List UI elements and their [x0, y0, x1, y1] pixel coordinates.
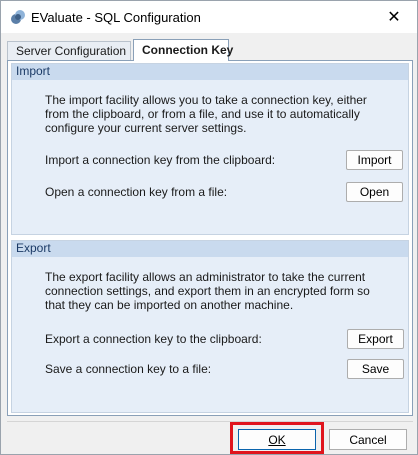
- close-button[interactable]: ✕: [371, 1, 417, 33]
- export-description-line: that they can be imported on another mac…: [45, 298, 294, 312]
- export-description: The export facility allows an administra…: [45, 270, 370, 312]
- import-group-header: Import: [12, 64, 408, 80]
- import-group-body: The import facility allows you to take a…: [12, 80, 408, 234]
- ok-button[interactable]: OK: [238, 429, 316, 450]
- import-description: The import facility allows you to take a…: [45, 93, 367, 135]
- tab-label: Connection Key: [142, 43, 234, 57]
- save-button[interactable]: Save: [347, 359, 404, 379]
- export-group-header: Export: [12, 241, 408, 257]
- window-title: EValuate - SQL Configuration: [31, 10, 201, 25]
- open-file-label: Open a connection key from a file:: [45, 185, 228, 199]
- dialog-window: EValuate - SQL Configuration ✕ Server Co…: [0, 0, 418, 455]
- import-description-line: The import facility allows you to take a…: [45, 93, 367, 107]
- connection-key-panel: Import The import facility allows you to…: [7, 60, 413, 416]
- import-description-line: from the clipboard, or from a file, and …: [45, 107, 360, 121]
- export-button[interactable]: Export: [347, 329, 404, 349]
- open-button[interactable]: Open: [346, 182, 403, 202]
- import-description-line: configure your current server settings.: [45, 121, 247, 135]
- close-icon: ✕: [387, 9, 401, 26]
- export-group: Export The export facility allows an adm…: [11, 240, 409, 413]
- tab-connection-key[interactable]: Connection Key: [133, 39, 233, 61]
- import-button[interactable]: Import: [346, 150, 403, 170]
- tab-server-configuration[interactable]: Server Configuration: [7, 41, 131, 61]
- export-description-line: connection settings, and export them in …: [45, 284, 370, 298]
- footer-divider: [7, 421, 413, 422]
- export-button-label: Export: [358, 332, 393, 346]
- import-group: Import The import facility allows you to…: [11, 63, 409, 235]
- export-clipboard-label: Export a connection key to the clipboard…: [45, 332, 262, 346]
- tab-label: Server Configuration: [16, 44, 127, 58]
- title-bar[interactable]: EValuate - SQL Configuration ✕: [1, 1, 417, 33]
- save-button-label: Save: [361, 362, 390, 376]
- export-description-line: The export facility allows an administra…: [45, 270, 366, 284]
- app-logo-icon: [11, 10, 25, 24]
- import-clipboard-label: Import a connection key from the clipboa…: [45, 153, 276, 167]
- open-button-label: Open: [359, 185, 390, 199]
- save-file-label: Save a connection key to a file:: [45, 362, 212, 376]
- import-button-label: Import: [357, 153, 392, 167]
- ok-button-label: OK: [268, 432, 286, 447]
- export-group-body: The export facility allows an administra…: [12, 257, 408, 412]
- cancel-button[interactable]: Cancel: [329, 429, 407, 450]
- cancel-button-label: Cancel: [349, 432, 387, 447]
